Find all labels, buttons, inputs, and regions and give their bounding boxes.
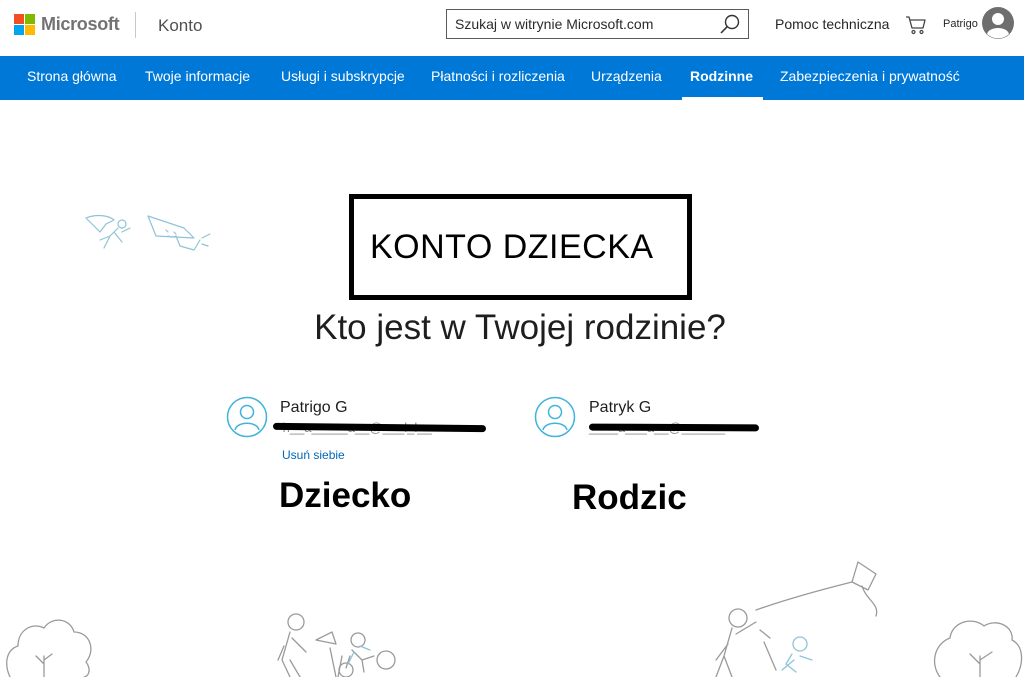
help-link[interactable]: Pomoc techniczna <box>775 16 889 32</box>
microsoft-logo-icon[interactable] <box>14 14 36 36</box>
person-icon <box>534 396 576 438</box>
annotation-label: KONTO DZIECKA <box>370 228 654 266</box>
section-title[interactable]: Konto <box>158 16 202 36</box>
search-icon <box>720 14 740 34</box>
page-heading-text: Kto jest w Twojej rodzinie? <box>314 308 726 347</box>
cart-button[interactable] <box>905 14 927 36</box>
search-input[interactable] <box>447 10 717 38</box>
top-bar: Microsoft Konto Pomoc techniczna Patrigo <box>0 0 1024 56</box>
remove-self-link[interactable]: Usuń siebie <box>282 448 345 462</box>
flying-child-illustration <box>85 214 211 251</box>
nav-item-payments[interactable]: Płatności i rozliczenia <box>431 56 565 100</box>
user-name[interactable]: Patrigo <box>943 18 978 30</box>
page-heading: Kto jest w Twojej rodzinie? <box>0 308 1024 348</box>
search-box <box>446 9 749 39</box>
person-icon <box>226 396 268 438</box>
family-illustration <box>6 561 1023 677</box>
member-name[interactable]: Patrigo G <box>280 399 348 417</box>
main-nav: Strona główna Twoje informacje Usługi i … <box>0 56 1024 100</box>
cart-icon <box>906 16 926 35</box>
member-name[interactable]: Patryk G <box>589 399 651 417</box>
nav-item-devices[interactable]: Urządzenia <box>591 56 662 100</box>
redaction-scribble <box>588 423 760 432</box>
member-role-label: Dziecko <box>279 476 412 515</box>
brand-name[interactable]: Microsoft <box>41 14 120 35</box>
nav-item-security[interactable]: Zabezpieczenia i prywatność <box>780 56 960 100</box>
member-role-label: Rodzic <box>572 478 687 517</box>
header-divider <box>135 12 136 38</box>
avatar-icon <box>982 7 1014 39</box>
nav-item-home[interactable]: Strona główna <box>27 56 117 100</box>
avatar-button[interactable] <box>982 7 1014 39</box>
nav-item-services[interactable]: Usługi i subskrypcje <box>281 56 405 100</box>
nav-item-family[interactable]: Rodzinne <box>682 56 763 100</box>
search-button[interactable] <box>718 13 742 35</box>
nav-item-your-info[interactable]: Twoje informacje <box>145 56 250 100</box>
